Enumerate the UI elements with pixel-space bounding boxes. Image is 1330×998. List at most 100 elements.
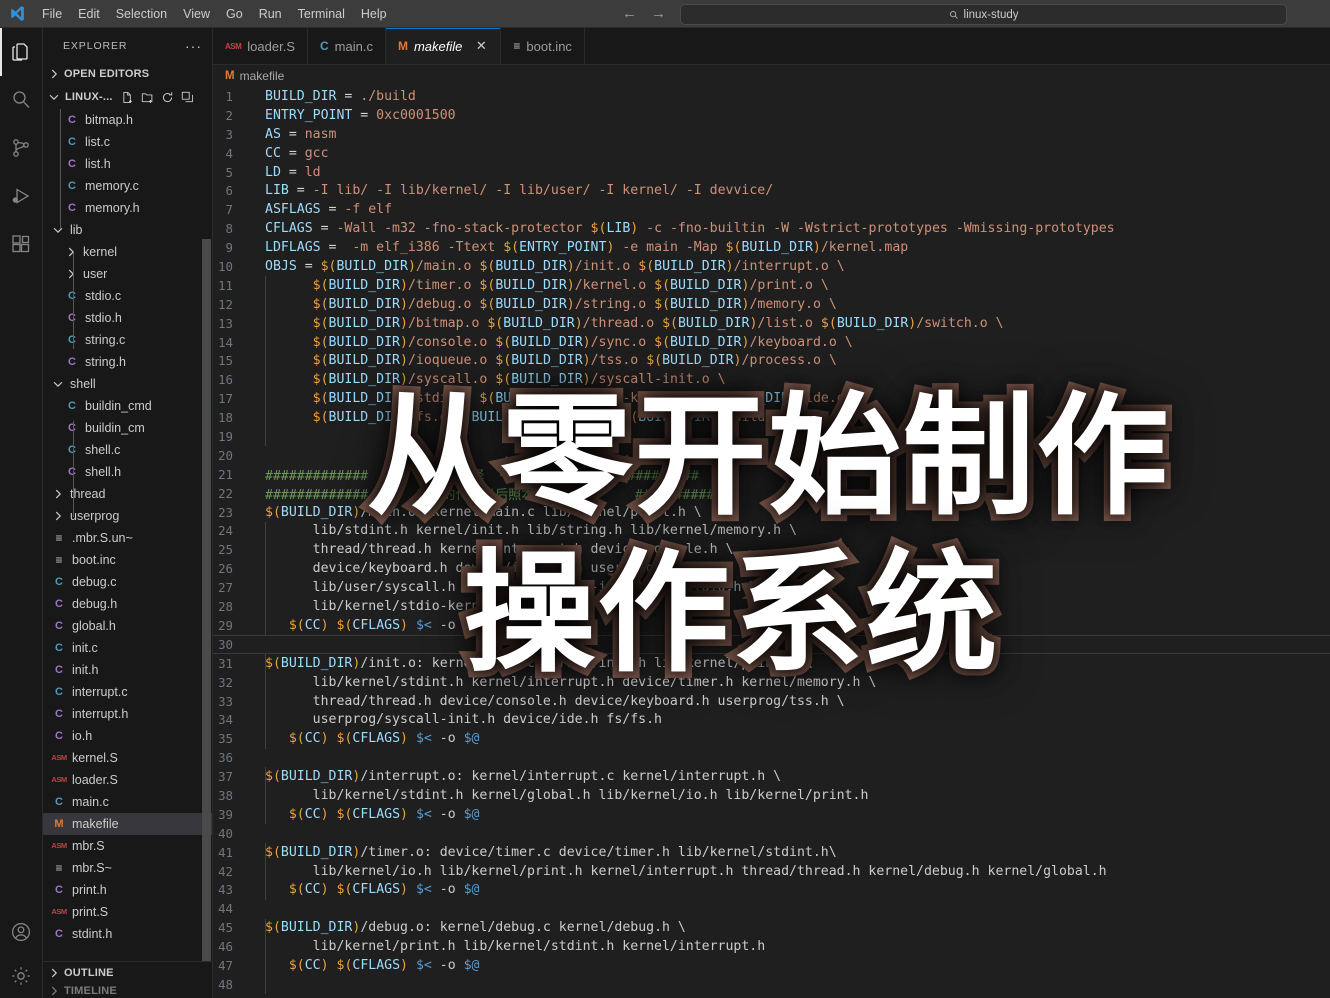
tab-makefile[interactable]: Mmakefile ✕ — [385, 28, 502, 64]
code-line[interactable]: 5 LD = ld — [213, 163, 1330, 182]
code-line[interactable]: 36 — [213, 748, 1330, 767]
code-line[interactable]: 24 lib/stdint.h kernel/init.h lib/string… — [213, 521, 1330, 540]
tab-bar[interactable]: ASM loader.S Cmain.c Mmakefile ✕ ≡ boot.inc — [213, 28, 1330, 65]
tree-item-bitmap-h[interactable]: Cbitmap.h — [43, 109, 212, 131]
code-line[interactable]: 46 lib/kernel/print.h lib/kernel/stdint.… — [213, 937, 1330, 956]
activity-item-extensions[interactable] — [0, 220, 42, 268]
code-lines[interactable]: 1 BUILD_DIR = ./build 2 ENTRY_POINT = 0xc00… — [213, 87, 1330, 998]
code-line[interactable]: 35 $(CC) $(CFLAGS) $< -o $@ — [213, 729, 1330, 748]
code-line[interactable]: 10 OBJS = $(BUILD_DIR)/main.o $(BUILD_DIR… — [213, 257, 1330, 276]
code-line[interactable]: 39 $(CC) $(CFLAGS) $< -o $@ — [213, 805, 1330, 824]
sidebar-scrollbar[interactable] — [202, 239, 211, 961]
code-line[interactable]: 30 — [213, 634, 1330, 654]
new-folder-icon[interactable] — [141, 91, 154, 104]
tree-item--mbr-s-un-[interactable]: ≡ .mbr.S.un~ — [43, 527, 212, 549]
code-line[interactable]: 48 — [213, 975, 1330, 994]
section-timeline[interactable]: TIMELINE — [43, 984, 212, 998]
tree-item-shell-c[interactable]: Cshell.c — [43, 439, 212, 461]
collapse-all-icon[interactable] — [181, 91, 194, 104]
code-line[interactable]: 22 ############# 后面的代码以后照本宣科即可 ##########… — [213, 484, 1330, 503]
tree-item-kernel[interactable]: kernel — [43, 241, 212, 263]
code-line[interactable]: 15 $(BUILD_DIR)/ioqueue.o $(BUILD_DIR)/t… — [213, 351, 1330, 370]
breadcrumb[interactable]: M makefile — [213, 65, 1330, 87]
tree-item-memory-c[interactable]: Cmemory.c — [43, 175, 212, 197]
code-line[interactable]: 44 — [213, 899, 1330, 918]
arrow-left-icon[interactable]: ← — [622, 6, 637, 21]
menu-terminal[interactable]: Terminal — [290, 4, 353, 24]
tab-boot-inc[interactable]: ≡ boot.inc — [501, 28, 585, 64]
code-line[interactable]: 8 CFLAGS = -Wall -m32 -fno-stack-protecto… — [213, 219, 1330, 238]
code-line[interactable]: 43 $(CC) $(CFLAGS) $< -o $@ — [213, 881, 1330, 900]
code-line[interactable]: 37 $(BUILD_DIR)/interrupt.o: kernel/inter… — [213, 767, 1330, 786]
tree-item-buildin-cmd[interactable]: Cbuildin_cmd — [43, 395, 212, 417]
tree-item-stdint-h[interactable]: Cstdint.h — [43, 923, 212, 945]
section-outline[interactable]: OUTLINE — [43, 962, 212, 984]
code-line[interactable]: 28 lib/kernel/stdio-kernel.h fs/fs.h — [213, 597, 1330, 616]
code-line[interactable]: 12 $(BUILD_DIR)/debug.o $(BUILD_DIR)/str… — [213, 295, 1330, 314]
tree-item-boot-inc[interactable]: ≡ boot.inc — [43, 549, 212, 571]
tab-loader-s[interactable]: ASM loader.S — [213, 28, 308, 64]
code-line[interactable]: 29 $(CC) $(CFLAGS) $< -o $@ — [213, 616, 1330, 635]
tree-item-io-h[interactable]: Cio.h — [43, 725, 212, 747]
tree-item-list-c[interactable]: Clist.c — [43, 131, 212, 153]
tree-item-print-s[interactable]: ASM print.S — [43, 901, 212, 923]
code-line[interactable]: 9 LDFLAGS = -m elf_i386 -Ttext $(ENTRY_PO… — [213, 238, 1330, 257]
code-line[interactable]: 38 lib/kernel/stdint.h kernel/global.h l… — [213, 786, 1330, 805]
code-line[interactable]: 6 LIB = -I lib/ -I lib/kernel/ -I lib/use… — [213, 181, 1330, 200]
tree-item-lib[interactable]: lib — [43, 219, 212, 241]
tree-item-mbr-s-[interactable]: ≡ mbr.S~ — [43, 857, 212, 879]
tree-item-user[interactable]: user — [43, 263, 212, 285]
refresh-icon[interactable] — [161, 91, 174, 104]
tree-item-main-c[interactable]: Cmain.c — [43, 791, 212, 813]
tree-item-kernel-s[interactable]: ASM kernel.S — [43, 747, 212, 769]
menu-edit[interactable]: Edit — [70, 4, 108, 24]
code-line[interactable]: 45 $(BUILD_DIR)/debug.o: kernel/debug.c k… — [213, 918, 1330, 937]
code-line[interactable]: 2 ENTRY_POINT = 0xc0001500 — [213, 106, 1330, 125]
code-line[interactable]: 7 ASFLAGS = -f elf — [213, 200, 1330, 219]
tree-item-buildin-cm[interactable]: Cbuildin_cm — [43, 417, 212, 439]
tree-item-stdio-c[interactable]: Cstdio.c — [43, 285, 212, 307]
code-line[interactable]: 11 $(BUILD_DIR)/timer.o $(BUILD_DIR)/ker… — [213, 276, 1330, 295]
code-line[interactable]: 47 $(CC) $(CFLAGS) $< -o $@ — [213, 956, 1330, 975]
tree-item-mbr-s[interactable]: ASM mbr.S — [43, 835, 212, 857]
code-line[interactable]: 3 AS = nasm — [213, 125, 1330, 144]
activity-item-manage-settings[interactable] — [0, 954, 42, 998]
code-line[interactable]: 18 $(BUILD_DIR)/fs.o $(BUILD_DIR)/shell.… — [213, 408, 1330, 427]
tree-item-init-h[interactable]: Cinit.h — [43, 659, 212, 681]
menu-go[interactable]: Go — [218, 4, 251, 24]
activity-item-source-control[interactable] — [0, 124, 42, 172]
tree-item-shell[interactable]: shell — [43, 373, 212, 395]
code-line[interactable]: 40 — [213, 824, 1330, 843]
tree-item-global-h[interactable]: Cglobal.h — [43, 615, 212, 637]
code-line[interactable]: 33 thread/thread.h device/console.h devi… — [213, 692, 1330, 711]
code-editor[interactable]: 1 BUILD_DIR = ./build 2 ENTRY_POINT = 0xc00… — [213, 87, 1330, 998]
activity-item-explorer[interactable] — [0, 28, 42, 76]
tree-item-interrupt-c[interactable]: Cinterrupt.c — [43, 681, 212, 703]
close-icon[interactable]: ✕ — [474, 38, 488, 54]
tree-item-userprog[interactable]: userprog — [43, 505, 212, 527]
tree-item-list-h[interactable]: Clist.h — [43, 153, 212, 175]
tree-item-thread[interactable]: thread — [43, 483, 212, 505]
tab-main-c[interactable]: Cmain.c — [307, 28, 386, 64]
tree-item-print-h[interactable]: Cprint.h — [43, 879, 212, 901]
arrow-right-icon[interactable]: → — [651, 6, 666, 21]
code-line[interactable]: 14 $(BUILD_DIR)/console.o $(BUILD_DIR)/s… — [213, 333, 1330, 352]
code-line[interactable]: 26 device/keyboard.h device/ioqueue.h us… — [213, 559, 1330, 578]
tree-item-shell-h[interactable]: Cshell.h — [43, 461, 212, 483]
tree-item-debug-c[interactable]: Cdebug.c — [43, 571, 212, 593]
code-line[interactable]: 1 BUILD_DIR = ./build — [213, 87, 1330, 106]
tree-item-debug-h[interactable]: Cdebug.h — [43, 593, 212, 615]
tree-item-interrupt-h[interactable]: Cinterrupt.h — [43, 703, 212, 725]
code-line[interactable]: 23 $(BUILD_DIR)/main.o: kernel/main.c lib… — [213, 503, 1330, 522]
tree-item-string-h[interactable]: Cstring.h — [43, 351, 212, 373]
code-line[interactable]: 34 userprog/syscall-init.h device/ide.h … — [213, 711, 1330, 730]
activity-item-search[interactable] — [0, 76, 42, 124]
menu-selection[interactable]: Selection — [108, 4, 175, 24]
menu-help[interactable]: Help — [353, 4, 395, 24]
code-line[interactable]: 25 thread/thread.h kernel/interrupt.h de… — [213, 540, 1330, 559]
code-line[interactable]: 27 lib/user/syscall.h userprog/syscall-i… — [213, 578, 1330, 597]
new-file-icon[interactable] — [121, 91, 134, 104]
code-line[interactable]: 13 $(BUILD_DIR)/bitmap.o $(BUILD_DIR)/th… — [213, 314, 1330, 333]
tree-item-stdio-h[interactable]: Cstdio.h — [43, 307, 212, 329]
code-line[interactable]: 41 $(BUILD_DIR)/timer.o: device/timer.c d… — [213, 843, 1330, 862]
